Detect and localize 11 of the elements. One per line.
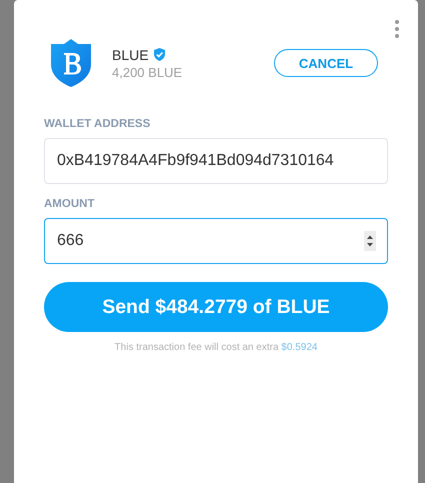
field-label: WALLET ADDRESS <box>44 118 152 130</box>
field-label: AMOUNT <box>44 198 96 210</box>
address-field[interactable]: 0xB419784A4Fb9f941Bd094d7310164 <box>44 138 388 184</box>
spinner-icon[interactable] <box>364 231 376 251</box>
amount-field[interactable]: 666 <box>44 218 388 264</box>
token-balance: 4,200 BLUE <box>112 64 184 80</box>
fee-amount: $0.5924 <box>281 342 318 353</box>
more-options-icon[interactable] <box>395 20 399 38</box>
fee-note: This transaction fee will cost an extra $0.5924 <box>114 342 318 353</box>
token-name: BLUE <box>112 46 149 62</box>
shield-logo-icon <box>50 38 92 88</box>
